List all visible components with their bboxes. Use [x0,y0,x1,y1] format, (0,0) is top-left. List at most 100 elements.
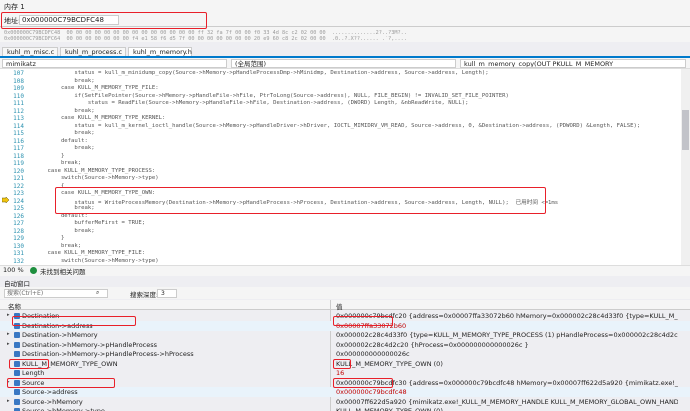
issues-status[interactable]: 未找到相关问题 [40,266,86,276]
autos-row-value[interactable]: 0x000000c79bcdfc48 [336,388,407,396]
line-number: 128 [13,227,24,235]
visual-studio-window: 内存 1 地址: 0x000000C79BCDFC48 0x000000C79B… [0,0,690,411]
line-number: 118 [13,152,24,160]
line-number: 111 [13,100,24,107]
code-line[interactable]: status = kull_m_minidump_copy(Source->hM… [34,70,488,76]
autos-row-name: Destination->hMemory [22,331,98,339]
line-number: 129 [13,235,24,242]
column-header-name[interactable]: 名称 [8,301,21,311]
line-number: 114 [13,122,24,130]
search-icon[interactable]: ⌕ [96,289,99,297]
line-number: 131 [13,250,24,257]
source-address-value-highlight [333,378,393,388]
expand-arrow-icon[interactable]: ▸ [7,341,10,347]
code-line[interactable]: if(SetFilePointer(Source->hMemory->pHand… [34,93,508,99]
line-number: 116 [13,137,24,145]
current-statement-arrow-icon [2,197,9,203]
autos-row-value[interactable]: 0x000000000000026c [336,350,410,358]
code-line[interactable]: status = kull_m_kernel_ioctl_handle(Sour… [34,123,640,129]
code-highlight-box [55,187,546,214]
variable-icon [14,341,20,348]
line-number: 126 [13,212,24,220]
code-line[interactable]: case KULL_M_MEMORY_TYPE_PROCESS: [34,168,155,174]
zoom-level[interactable]: 100 % [3,266,24,274]
line-number: 117 [13,145,24,152]
code-line[interactable]: break; [34,243,81,249]
autos-row-value[interactable]: 16 [336,369,344,377]
line-number: 121 [13,175,24,182]
destination-address-value-highlight [333,316,393,326]
tab-kuhl-m-memory[interactable]: kuhl_m_memory.h [128,47,192,56]
autos-row-value[interactable]: 0x00007ff622d5a920 {mimikatz.exe!_KULL_M… [336,398,678,406]
code-line[interactable]: status = ReadFile(Source->hMemory->pHand… [34,100,469,106]
autos-row[interactable] [0,368,690,378]
code-line[interactable]: case KULL_M_MEMORY_TYPE_FILE: [34,85,159,91]
code-line[interactable]: break; [34,130,94,136]
line-number: 120 [13,167,24,175]
check-icon [30,267,37,274]
code-line[interactable]: break; [34,145,94,151]
autos-row-name: Destination->hMemory->pHandleProcess->hP… [22,350,194,358]
autos-row-value[interactable]: KULL_M_MEMORY_TYPE_OWN (0) [336,360,443,368]
autos-row-value[interactable]: KULL_M_MEMORY_TYPE_OWN (0) [336,407,443,411]
editor-vertical-scrollbar[interactable] [681,69,690,265]
variable-icon [14,398,20,405]
autos-row-name: Source->hMemory->type [22,407,105,411]
tab-kuhl-m-misc[interactable]: kuhl_m_misc.c [2,47,58,56]
code-line[interactable]: switch(Source->hMemory->type) [34,175,159,181]
autos-window-titlebar: 自动窗口 [0,277,690,288]
autos-column-header [0,300,690,310]
code-line[interactable]: case KULL_M_MEMORY_TYPE_KERNEL: [34,115,165,121]
code-line[interactable]: default: [34,138,88,144]
expand-arrow-icon[interactable]: ▸ [7,312,10,318]
code-line[interactable]: } [34,153,64,159]
scrollbar-thumb[interactable] [682,110,689,150]
line-number: 127 [13,220,24,227]
autos-row-name: Source->hMemory [22,397,83,406]
line-number: 110 [13,92,24,100]
source-address-highlight [7,378,115,388]
autos-row-value[interactable]: 0x000002c28c4d2c20 {hProcess=0x000000000… [336,341,529,349]
line-number: 107 [13,70,24,77]
search-depth-label: 搜索深度: [130,291,159,299]
variable-icon [14,389,20,395]
code-line[interactable]: break; [34,78,94,84]
line-number: 113 [13,115,24,122]
variable-icon [14,332,20,338]
line-number: 130 [13,242,24,250]
autos-row-name: Destination->hMemory->pHandleProcess [22,340,158,349]
autos-row-value[interactable]: 0x000002c28c4d33f0 {type=KULL_M_MEMORY_T… [336,331,678,339]
code-line[interactable]: break; [34,160,81,166]
scope-dropdown[interactable]: (全局范围) [231,59,456,68]
length-highlight [9,359,49,369]
tab-kuhl-m-process[interactable]: kuhl_m_process.c [60,47,126,56]
code-line[interactable]: break; [34,228,94,234]
column-header-value[interactable]: 值 [336,301,343,311]
code-line[interactable]: } [34,235,64,241]
line-number: 119 [13,160,24,167]
function-dropdown[interactable]: kull_m_memory_copy(OUT PKULL_M_MEMORY [460,59,686,68]
expand-arrow-icon[interactable]: ▸ [7,398,10,404]
variable-icon [14,370,20,376]
project-dropdown[interactable]: mimikatz [2,59,227,68]
line-number: 123 [13,190,24,197]
line-number: 132 [13,257,24,265]
line-number: 108 [13,77,24,85]
length-value-highlight [333,359,351,369]
search-depth-select[interactable]: 3 [157,289,177,298]
variable-icon [14,351,20,357]
address-highlight-box [1,12,207,29]
code-line[interactable]: switch(Source->hMemory->type) [34,258,159,264]
line-number: 122 [13,182,24,190]
memory-row: 0x000000C79BCDFC64 00 00 00 00 00 00 00 … [4,36,407,42]
code-line[interactable]: case KULL_M_MEMORY_TYPE_FILE: [34,250,145,256]
memory-window-title: 内存 1 [4,3,25,11]
destination-address-highlight [12,316,136,326]
expand-arrow-icon[interactable]: ▸ [7,331,10,337]
code-line[interactable]: bufferMeFirst = TRUE; [34,220,145,226]
line-number: 115 [13,130,24,137]
line-number: 109 [13,85,24,92]
code-line[interactable]: break; [34,108,94,114]
search-input[interactable]: 搜索(Ctrl+E) [4,289,108,298]
line-number: 112 [13,107,24,115]
